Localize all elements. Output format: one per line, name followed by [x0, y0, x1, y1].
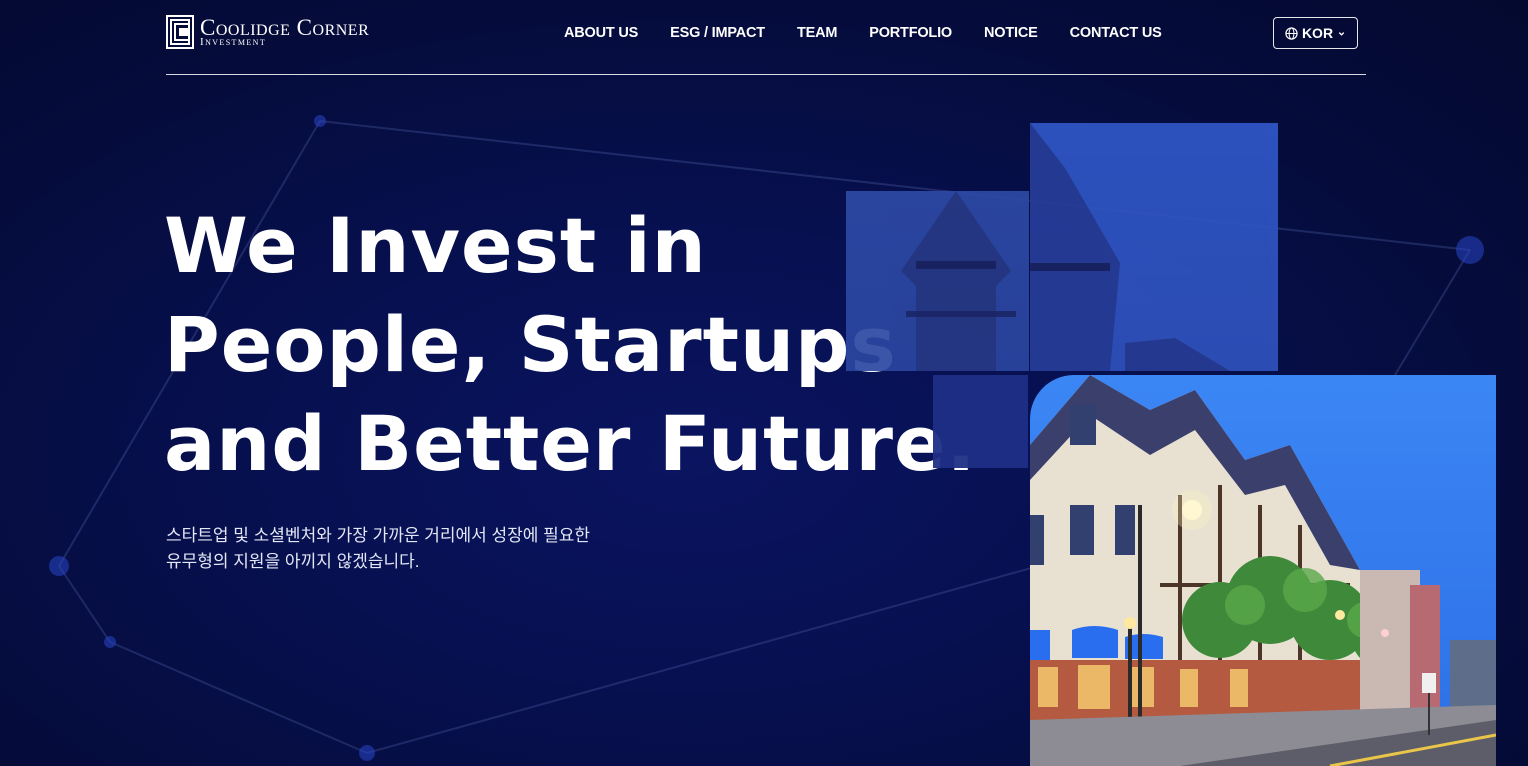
- brand-sub: Investment: [200, 36, 267, 48]
- language-selector[interactable]: KOR: [1273, 17, 1358, 49]
- nav-about-us[interactable]: ABOUT US: [564, 25, 638, 41]
- nav-portfolio[interactable]: PORTFOLIO: [869, 25, 952, 41]
- chevron-down-icon: [1338, 31, 1345, 36]
- hero-subtitle: 스타트업 및 소셜벤처와 가장 가까운 거리에서 성장에 필요한 유무형의 지원…: [166, 523, 590, 575]
- subtitle-line-2: 유무형의 지원을 아끼지 않겠습니다.: [166, 552, 420, 571]
- site-header: Coolidge Corner Investment ABOUT US ESG …: [166, 0, 1366, 75]
- language-label: KOR: [1301, 25, 1334, 41]
- brand-logo[interactable]: Coolidge Corner Investment: [166, 15, 369, 49]
- main-nav: ABOUT US ESG / IMPACT TEAM PORTFOLIO NOT…: [564, 25, 1194, 41]
- street-photo: [1030, 375, 1496, 766]
- tower-base-panel: [933, 375, 1028, 468]
- subtitle-line-1: 스타트업 및 소셜벤처와 가장 가까운 거리에서 성장에 필요한: [166, 526, 591, 545]
- nav-notice[interactable]: NOTICE: [984, 25, 1038, 41]
- logo-mark-icon: [166, 15, 194, 49]
- headline-line-3: and Better Future.: [164, 399, 977, 488]
- nav-team[interactable]: TEAM: [797, 25, 837, 41]
- globe-icon: [1285, 26, 1298, 40]
- sky-image-panel: [1030, 123, 1278, 371]
- nav-contact-us[interactable]: CONTACT US: [1070, 25, 1162, 41]
- nav-esg-impact[interactable]: ESG / IMPACT: [670, 25, 765, 41]
- tower-image-panel: [846, 191, 1029, 371]
